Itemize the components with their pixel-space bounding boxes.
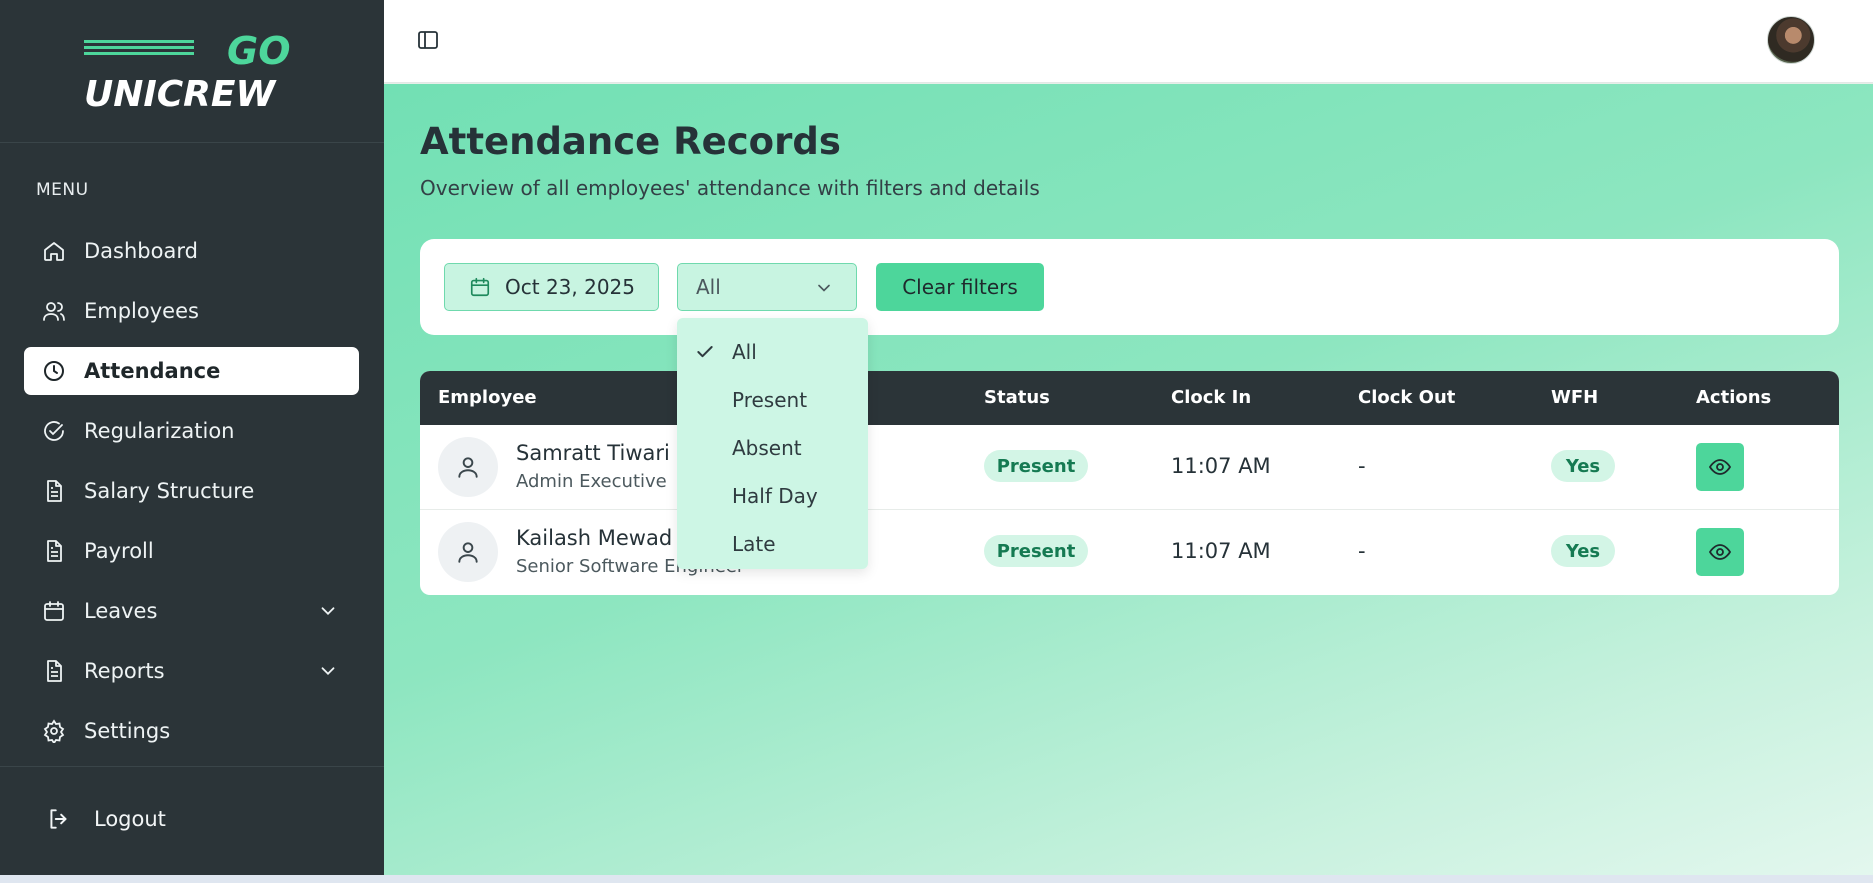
sidebar-item-label: Payroll [84, 539, 154, 563]
attendance-table: Employee Status Clock In Clock Out WFH A… [420, 371, 1839, 595]
sidebar-item-label: Salary Structure [84, 479, 255, 503]
filters-card: Oct 23, 2025 All Clear filters [420, 239, 1839, 335]
column-header-clock-in: Clock In [1171, 387, 1252, 408]
clock-out-value: - [1358, 539, 1366, 563]
clock-in-value: 11:07 AM [1171, 454, 1271, 478]
employee-name: Kailash Mewad [516, 526, 673, 550]
clock-in-value: 11:07 AM [1171, 539, 1271, 563]
sidebar-item-label: Attendance [84, 359, 221, 383]
status-dropdown-menu: All Present Absent Half Day Late [677, 318, 868, 569]
document-icon [42, 659, 66, 683]
sidebar-item-salary-structure[interactable]: Salary Structure [24, 467, 359, 515]
dropdown-option-all[interactable]: All [677, 328, 868, 376]
column-header-status: Status [984, 387, 1050, 408]
dropdown-option-label: All [732, 340, 757, 364]
calendar-icon [42, 599, 66, 623]
view-button[interactable] [1696, 443, 1744, 491]
window-bottom-edge [0, 875, 1873, 883]
logout-icon [46, 806, 72, 832]
dropdown-option-label: Half Day [732, 484, 818, 508]
dropdown-option-absent[interactable]: Absent [677, 424, 868, 472]
sidebar-item-label: Regularization [84, 419, 235, 443]
table-header: Employee Status Clock In Clock Out WFH A… [420, 371, 1839, 425]
logout-label: Logout [94, 807, 166, 831]
sidebar-nav: Dashboard Employees Attendance Regulariz… [24, 227, 359, 767]
status-badge: Present [984, 535, 1088, 567]
sidebar-item-dashboard[interactable]: Dashboard [24, 227, 359, 275]
page-subtitle: Overview of all employees' attendance wi… [420, 176, 1040, 200]
column-header-actions: Actions [1696, 387, 1772, 408]
wfh-badge: Yes [1551, 450, 1615, 482]
logo-mark: GO UNICREW [84, 30, 291, 110]
user-icon [438, 522, 498, 582]
status-select[interactable]: All [677, 263, 857, 311]
main-content: Attendance Records Overview of all emplo… [384, 84, 1873, 875]
page-title: Attendance Records [420, 120, 841, 163]
sidebar-item-leaves[interactable]: Leaves [24, 587, 359, 635]
column-header-clock-out: Clock Out [1358, 387, 1456, 408]
clear-filters-button[interactable]: Clear filters [876, 263, 1044, 311]
clock-out-value: - [1358, 454, 1366, 478]
sidebar-item-reports[interactable]: Reports [24, 647, 359, 695]
sidebar-item-employees[interactable]: Employees [24, 287, 359, 335]
sidebar-item-regularization[interactable]: Regularization [24, 407, 359, 455]
eye-icon [1708, 544, 1732, 560]
document-icon [42, 539, 66, 563]
users-icon [42, 299, 66, 323]
user-avatar[interactable] [1767, 16, 1815, 64]
logout-button[interactable]: Logout [46, 806, 166, 832]
dropdown-option-present[interactable]: Present [677, 376, 868, 424]
sidebar-item-settings[interactable]: Settings [24, 707, 359, 755]
column-header-wfh: WFH [1551, 387, 1599, 408]
sidebar-item-label: Leaves [84, 599, 158, 623]
logo-text-unicrew: UNICREW [84, 74, 277, 110]
dropdown-option-late[interactable]: Late [677, 520, 868, 568]
sidebar-toggle-icon[interactable] [416, 28, 440, 52]
chevron-down-icon[interactable] [317, 600, 339, 622]
dropdown-option-label: Absent [732, 436, 802, 460]
date-value: Oct 23, 2025 [505, 275, 635, 299]
column-header-employee: Employee [438, 387, 537, 408]
check-circle-icon [42, 419, 66, 443]
employee-role: Admin Executive [516, 471, 667, 492]
eye-icon [1708, 459, 1732, 475]
status-badge: Present [984, 450, 1088, 482]
sidebar-item-label: Settings [84, 719, 171, 743]
sidebar-item-label: Dashboard [84, 239, 198, 263]
calendar-icon [469, 276, 491, 298]
chevron-down-icon[interactable] [317, 660, 339, 682]
sidebar-divider [0, 766, 384, 767]
gear-icon [42, 719, 66, 743]
topbar [384, 0, 1873, 83]
dropdown-option-half-day[interactable]: Half Day [677, 472, 868, 520]
menu-label: MENU [36, 180, 89, 200]
chevron-down-icon [814, 278, 834, 298]
clock-icon [42, 359, 66, 383]
logo-text-go: GO [227, 30, 291, 73]
status-select-value: All [696, 275, 721, 299]
user-icon [438, 437, 498, 497]
view-button[interactable] [1696, 528, 1744, 576]
logo[interactable]: GO UNICREW [0, 0, 384, 143]
home-icon [42, 239, 66, 263]
dropdown-option-label: Late [732, 532, 776, 556]
date-picker-button[interactable]: Oct 23, 2025 [444, 263, 659, 311]
sidebar-item-label: Employees [84, 299, 199, 323]
table-row: Kailash Mewad Senior Software Engineer P… [420, 510, 1839, 595]
employee-name: Samratt Tiwari [516, 441, 670, 465]
sidebar-item-attendance[interactable]: Attendance [24, 347, 359, 395]
check-icon [695, 342, 715, 362]
table-row: Samratt Tiwari Admin Executive Present 1… [420, 425, 1839, 510]
wfh-badge: Yes [1551, 535, 1615, 567]
sidebar-item-label: Reports [84, 659, 165, 683]
sidebar: GO UNICREW MENU Dashboard Employees Atte… [0, 0, 384, 875]
sidebar-item-payroll[interactable]: Payroll [24, 527, 359, 575]
dropdown-option-label: Present [732, 388, 808, 412]
document-icon [42, 479, 66, 503]
